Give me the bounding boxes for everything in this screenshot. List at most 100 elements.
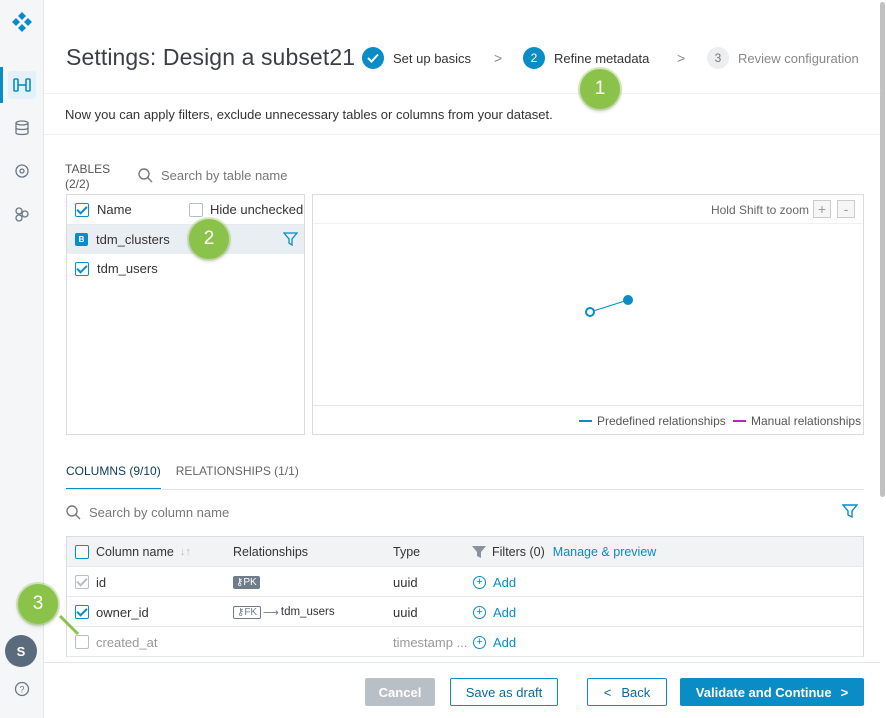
back-button[interactable]: < Back xyxy=(587,678,667,706)
relationship-cell: ⚷FK ⟶ tdm_users xyxy=(233,597,335,627)
page-subtitle: Now you can apply filters, exclude unnec… xyxy=(65,107,553,122)
section-divider xyxy=(44,134,880,135)
table-search[interactable]: Search by table name xyxy=(138,168,287,183)
step-refine-metadata[interactable]: 2 Refine metadata xyxy=(523,47,649,69)
zoom-in-button[interactable]: + xyxy=(813,200,831,218)
check-icon xyxy=(362,47,384,69)
table-name: tdm_users xyxy=(97,261,158,276)
table-type-badge: B xyxy=(75,233,88,246)
tab-relationships[interactable]: RELATIONSHIPS (1/1) xyxy=(176,464,299,490)
table-checkbox[interactable] xyxy=(75,261,89,276)
legend-predefined: Predefined relationships xyxy=(579,414,726,428)
name-column-header: Name xyxy=(97,202,132,217)
table-header-row: Column name ↓↑ Relationships Type Filter… xyxy=(67,537,863,567)
user-avatar[interactable]: S xyxy=(5,635,37,667)
tables-panel-header: Name Hide unchecked xyxy=(67,195,304,225)
plus-circle-icon: + xyxy=(473,605,486,619)
column-name: owner_id xyxy=(96,604,149,620)
column-search[interactable]: Search by column name xyxy=(66,505,229,520)
page-scrollbar[interactable] xyxy=(879,0,886,500)
step-label: Refine metadata xyxy=(554,50,650,66)
help-icon[interactable]: ? xyxy=(8,675,36,703)
add-label: Add xyxy=(493,574,517,590)
search-icon xyxy=(138,168,153,183)
eye-icon[interactable] xyxy=(8,157,36,185)
key-label: FK xyxy=(244,606,258,618)
relationship-graph[interactable]: Hold Shift to zoom + - Predefined relati… xyxy=(312,194,864,435)
save-draft-button[interactable]: Save as draft xyxy=(450,678,558,706)
table-search-input[interactable]: Search by table name xyxy=(161,168,287,183)
fk-target: tdm_users xyxy=(280,606,335,618)
tabs-divider xyxy=(66,489,864,490)
table-row-tdm-users[interactable]: tdm_users xyxy=(67,254,304,283)
filters-count: Filters (0) xyxy=(492,545,545,559)
column-type: timestamp ... xyxy=(393,634,468,650)
legend-manual: Manual relationships xyxy=(733,414,861,428)
table-row: owner_id ⚷FK ⟶ tdm_users uuid + Add xyxy=(67,597,863,627)
column-type: uuid xyxy=(393,574,418,590)
page-header: Settings: Design a subset21 Set up basic… xyxy=(44,0,886,94)
tab-columns[interactable]: COLUMNS (9/10) xyxy=(66,464,161,490)
svg-text:?: ? xyxy=(19,685,24,695)
graph-legend: Predefined relationships Manual relation… xyxy=(313,405,863,435)
table-row-tdm-clusters[interactable]: B tdm_clusters xyxy=(67,225,304,254)
hide-unchecked-checkbox[interactable] xyxy=(189,203,203,217)
chevron-right-icon: > xyxy=(494,50,503,66)
graph-canvas[interactable] xyxy=(313,225,863,405)
column-search-input[interactable]: Search by column name xyxy=(89,505,229,520)
main-content: Settings: Design a subset21 Set up basic… xyxy=(18,0,886,718)
back-label: Back xyxy=(621,684,651,700)
column-name-header[interactable]: Column name ↓↑ xyxy=(96,537,191,567)
footer-bar: Cancel Save as draft < Back Validate and… xyxy=(44,662,880,718)
add-filter-link[interactable]: + Add xyxy=(473,627,516,657)
select-all-columns-checkbox[interactable] xyxy=(75,545,89,559)
search-icon xyxy=(66,505,81,520)
step-set-up-basics[interactable]: Set up basics xyxy=(362,47,471,69)
step-label: Set up basics xyxy=(393,50,472,66)
column-tabs: COLUMNS (9/10) RELATIONSHIPS (1/1) xyxy=(66,464,314,490)
app-logo-icon[interactable] xyxy=(8,8,36,36)
key-label: PK xyxy=(243,576,257,588)
table-row: created_at timestamp ... + Add xyxy=(67,627,863,657)
arrow-right-icon: ⟶ xyxy=(263,606,279,619)
header-label: Column name xyxy=(96,545,174,559)
add-filter-link[interactable]: + Add xyxy=(473,567,516,597)
plus-circle-icon: + xyxy=(473,635,486,649)
step-review-configuration[interactable]: 3 Review configuration xyxy=(707,47,859,69)
select-all-checkbox[interactable] xyxy=(75,202,89,217)
foreign-key-badge: ⚷FK xyxy=(233,605,262,619)
tables-label: TABLES (2/2) xyxy=(65,162,110,192)
sort-icon[interactable]: ↓↑ xyxy=(180,546,191,558)
filter-icon xyxy=(472,546,486,558)
database-icon[interactable] xyxy=(8,114,36,142)
rail-active-indicator xyxy=(0,67,3,103)
add-filter-link[interactable]: + Add xyxy=(473,597,516,627)
validate-continue-button[interactable]: Validate and Continue > xyxy=(680,678,864,706)
callout-marker-3: 3 xyxy=(18,584,58,624)
subset-nav-icon[interactable] xyxy=(8,71,36,99)
column-name: created_at xyxy=(96,634,158,650)
table-name: tdm_clusters xyxy=(96,232,170,247)
callout-marker-1: 1 xyxy=(580,69,620,109)
column-name: id xyxy=(96,574,107,590)
plus-circle-icon: + xyxy=(473,575,486,589)
zoom-out-button[interactable]: - xyxy=(837,200,855,218)
validate-label: Validate and Continue xyxy=(695,684,832,700)
zoom-hint: Hold Shift to zoom xyxy=(710,203,809,217)
add-label: Add xyxy=(493,604,517,620)
column-checkbox xyxy=(75,575,89,589)
legend-label: Manual relationships xyxy=(751,414,862,428)
columns-table: Column name ↓↑ Relationships Type Filter… xyxy=(66,536,864,657)
chevron-left-icon: < xyxy=(603,684,612,700)
filter-icon[interactable] xyxy=(283,232,298,246)
cancel-button[interactable]: Cancel xyxy=(365,678,435,706)
step-number: 3 xyxy=(707,47,729,69)
hide-unchecked-label: Hide unchecked xyxy=(210,202,304,217)
tables-count: (2/2) xyxy=(65,177,90,191)
manage-preview-link[interactable]: Manage & preview xyxy=(553,545,657,559)
step-number: 2 xyxy=(523,47,545,69)
filter-icon[interactable] xyxy=(842,503,858,519)
integrations-icon[interactable] xyxy=(8,200,36,228)
chevron-right-icon: > xyxy=(677,50,686,66)
scrollbar-thumb[interactable] xyxy=(880,2,885,497)
